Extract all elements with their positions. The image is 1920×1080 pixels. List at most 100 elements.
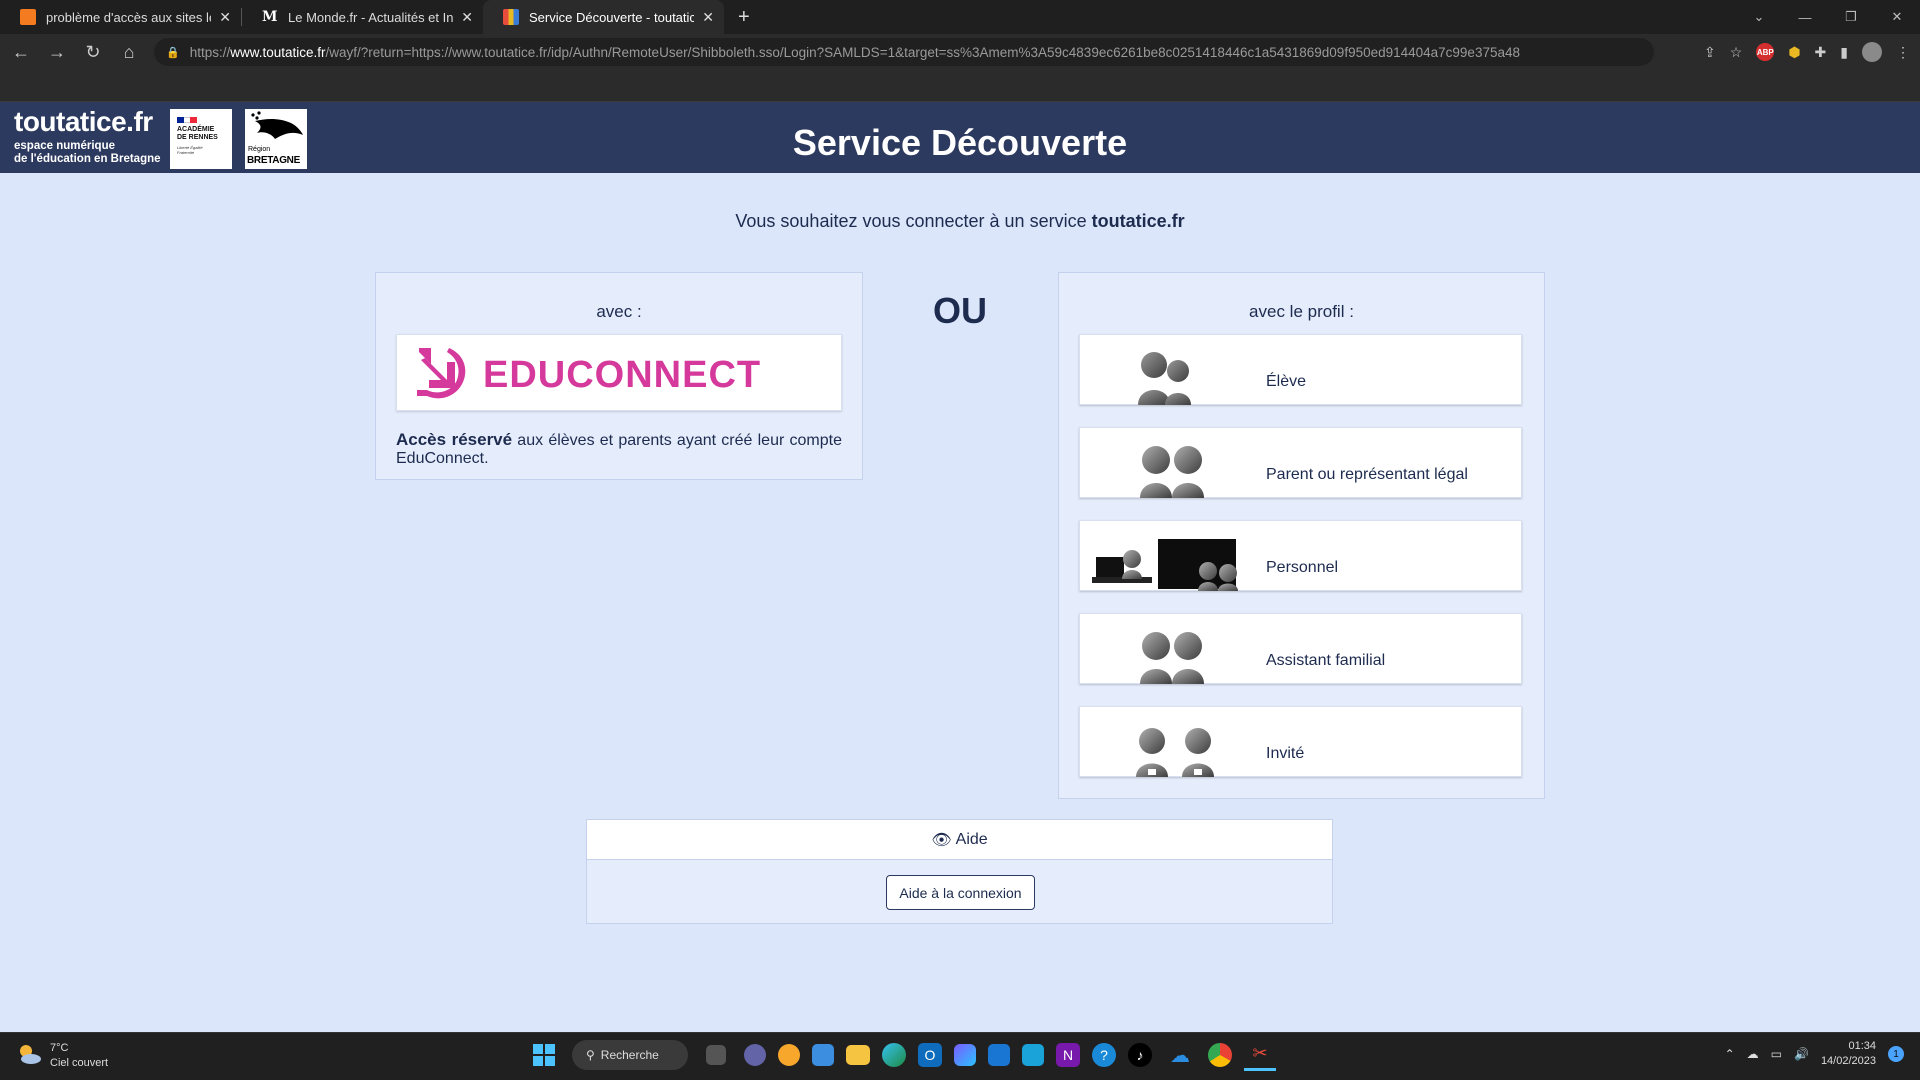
profile-assistant-button[interactable]: Assistant familial [1079, 613, 1522, 684]
back-icon[interactable]: ← [6, 42, 36, 63]
firefox-like-icon[interactable] [778, 1044, 800, 1066]
profile-eleve-button[interactable]: Élève [1079, 334, 1522, 405]
profile-panel: avec le profil : Élève Parent ou représe… [1058, 272, 1545, 799]
taskbar-search[interactable]: ⚲ Recherche [572, 1040, 688, 1070]
help-section: 👁 Aide Aide à la connexion [586, 819, 1333, 924]
page-title: Service Découverte [792, 122, 1128, 163]
bookmarks-bar [0, 70, 1920, 102]
close-tab-icon[interactable]: ✕ [219, 9, 231, 26]
parents-icon [1140, 446, 1204, 498]
calculator-icon[interactable] [1022, 1044, 1044, 1066]
login-help-button[interactable]: Aide à la connexion [886, 875, 1035, 910]
side-panel-icon[interactable]: ▮ [1840, 44, 1848, 61]
extension-icons: ⇪ ☆ ABP ⬢ ✚ ▮ ⋮ [1704, 34, 1910, 70]
temperature: 7°C [50, 1042, 69, 1054]
close-tab-icon[interactable]: ✕ [461, 9, 473, 26]
weather-widget[interactable]: 7°C Ciel couvert [16, 1041, 108, 1071]
students-icon [1138, 352, 1191, 405]
close-window-icon[interactable]: ✕ [1874, 9, 1920, 25]
forward-icon[interactable]: → [42, 42, 72, 63]
browser-tabbar: problème d'accès aux sites lemonde ✕ M L… [0, 0, 1920, 34]
weather-cloud-sun-icon [20, 1045, 41, 1064]
educonnect-panel: avec : EDUCONNECT Accès réservé aux élèv… [375, 272, 863, 480]
window-controls: ⌄ — ❐ ✕ [1736, 0, 1920, 34]
volume-icon[interactable]: 🔊 [1794, 1047, 1809, 1061]
store-icon[interactable] [988, 1044, 1010, 1066]
profile-personnel-button[interactable]: Personnel [1079, 520, 1522, 591]
profile-invite-button[interactable]: Invité [1079, 706, 1522, 777]
chrome-icon[interactable] [1208, 1043, 1232, 1067]
extension-shield-icon[interactable]: ⬢ [1788, 44, 1800, 61]
staff-icon [1092, 539, 1238, 591]
onedrive-icon[interactable]: ☁ [1164, 1039, 1196, 1071]
show-hidden-icons-icon[interactable]: ⌃ [1725, 1047, 1735, 1061]
task-view-icon[interactable] [706, 1045, 726, 1065]
url-scheme: https:// [189, 44, 231, 60]
family-assistant-icon [1140, 632, 1204, 684]
notification-badge[interactable]: 1 [1888, 1046, 1904, 1062]
profile-avatar-icon[interactable] [1862, 42, 1882, 62]
address-bar[interactable]: 🔒 https://www.toutatice.fr/wayf/?return=… [154, 38, 1654, 66]
educonnect-heading: avec : [596, 302, 642, 321]
help-header[interactable]: 👁 Aide [587, 820, 1332, 860]
share-icon[interactable]: ⇪ [1704, 44, 1716, 61]
time: 01:34 [1848, 1040, 1876, 1052]
onenote-icon[interactable]: N [1056, 1043, 1080, 1067]
educonnect-note: Accès réservé aux élèves et parents ayan… [396, 431, 842, 468]
profile-parent-button[interactable]: Parent ou représentant légal [1079, 427, 1522, 498]
help-app-icon[interactable]: ? [1092, 1043, 1116, 1067]
weather-condition: Ciel couvert [50, 1057, 109, 1069]
menu-kebab-icon[interactable]: ⋮ [1896, 44, 1910, 61]
browser-toolbar: ← → ↻ ⌂ 🔒 https://www.toutatice.fr/wayf/… [0, 34, 1920, 70]
outlook-icon[interactable]: O [918, 1043, 942, 1067]
or-separator: OU [933, 290, 987, 331]
lemonde-favicon-icon: M [262, 9, 278, 25]
calendar-icon[interactable] [812, 1044, 834, 1066]
snipping-tool-icon[interactable]: ✂ [1244, 1039, 1276, 1071]
profile-label: Assistant familial [1266, 652, 1386, 669]
educonnect-button[interactable]: EDUCONNECT [396, 334, 842, 411]
copilot-icon[interactable] [954, 1044, 976, 1066]
tab-favicon [20, 9, 36, 25]
educonnect-label: EDUCONNECT [483, 354, 762, 396]
date: 14/02/2023 [1820, 1055, 1876, 1067]
taskbar-apps: ⚲ Recherche O N ? ♪ ☁ ✂ [528, 1039, 1276, 1071]
intro-text: Vous souhaitez vous connecter à un servi… [0, 211, 1920, 232]
minimize-icon[interactable]: — [1782, 10, 1828, 25]
profile-label: Parent ou représentant légal [1266, 466, 1468, 483]
profile-heading: avec le profil : [1249, 302, 1354, 321]
bookmark-star-icon[interactable]: ☆ [1730, 44, 1743, 61]
search-icon: ⚲ [586, 1048, 595, 1062]
browser-tab-2[interactable]: M Le Monde.fr - Actualités et Infos ✕ [242, 0, 483, 34]
guests-icon [1136, 728, 1214, 777]
cloud-sync-icon[interactable]: ☁ [1747, 1047, 1759, 1061]
url-path: /wayf/?return=https://www.toutatice.fr/i… [325, 44, 1520, 60]
close-tab-icon[interactable]: ✕ [702, 9, 714, 26]
note-bold: Accès réservé [396, 430, 513, 449]
edge-icon[interactable] [882, 1043, 906, 1067]
intro-site-name: toutatice.fr [1091, 211, 1185, 231]
browser-tab-1[interactable]: problème d'accès aux sites lemonde ✕ [0, 0, 241, 34]
new-tab-icon[interactable]: + [738, 6, 750, 29]
help-title: Aide [955, 830, 988, 848]
profile-label: Invité [1266, 745, 1305, 762]
browser-tab-3[interactable]: Service Découverte - toutatice.fr ✕ [483, 0, 724, 34]
start-windows-icon[interactable] [528, 1039, 560, 1071]
system-tray: ⌃ ☁ ▭ 🔊 01:34 14/02/2023 1 [1725, 1039, 1904, 1069]
network-icon[interactable]: ▭ [1771, 1047, 1782, 1061]
eye-icon: 👁 [931, 831, 952, 849]
file-explorer-icon[interactable] [846, 1045, 870, 1065]
adblock-plus-icon[interactable]: ABP [1756, 43, 1775, 61]
clock[interactable]: 01:34 14/02/2023 [1821, 1039, 1876, 1069]
tab-title: Service Découverte - toutatice.fr [529, 9, 695, 25]
teams-chat-icon[interactable] [744, 1044, 766, 1066]
home-icon[interactable]: ⌂ [114, 42, 144, 63]
tab-search-icon[interactable]: ⌄ [1736, 9, 1782, 25]
restore-icon[interactable]: ❐ [1828, 9, 1874, 25]
extensions-puzzle-icon[interactable]: ✚ [1815, 44, 1827, 61]
tiktok-icon[interactable]: ♪ [1128, 1043, 1152, 1067]
lock-icon[interactable]: 🔒 [166, 46, 180, 59]
site-header: toutatice.fr espace numérique de l'éduca… [0, 102, 1920, 173]
windows-taskbar: 7°C Ciel couvert ⚲ Recherche O N ? ♪ ☁ ✂… [0, 1032, 1920, 1080]
reload-icon[interactable]: ↻ [78, 42, 108, 63]
